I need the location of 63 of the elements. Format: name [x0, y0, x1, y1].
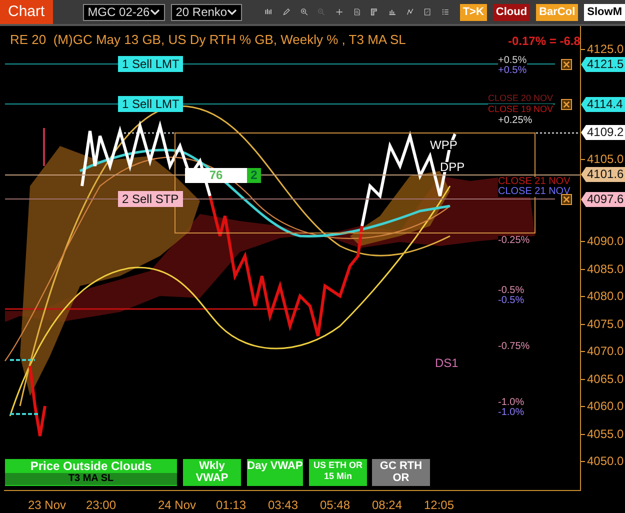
chart-title: Chart [0, 0, 53, 24]
axis-price-label: 4050.0 [587, 453, 624, 470]
level-label: WPP [430, 140, 458, 150]
level-label: CLOSE 21 NOV [498, 177, 570, 187]
level-label: -0.25% [498, 236, 530, 246]
axis-price-label: 4070.0 [587, 343, 624, 360]
marker-line [43, 128, 45, 166]
position-quantity: 76 [185, 168, 247, 183]
level-label: -0.5% [498, 296, 524, 306]
position-count: 2 [247, 168, 261, 183]
axis-price-label: 4125.0 [587, 41, 624, 58]
level-label: +0.25% [498, 116, 532, 126]
level-label: +0.5% [498, 66, 527, 76]
indicator-toggle[interactable]: Cloud [492, 4, 530, 20]
level-label: DS1 [435, 358, 458, 368]
level-label: -1.0% [498, 408, 524, 418]
price-marker: 4109.2 [581, 125, 625, 140]
level-label: CLOSE 21 NOV [498, 187, 570, 197]
axis-price-label: 4105.0 [587, 151, 624, 168]
order-label[interactable]: 1 Sell LMT [118, 56, 184, 72]
level-label: CLOSE 19 NOV [488, 104, 554, 114]
indicator-subtitle: T3 MA SL [5, 473, 177, 485]
level-label: DPP [440, 162, 465, 172]
axis-price-label: 4085.0 [587, 261, 624, 278]
level-label: -0.5% [498, 286, 524, 296]
time-axis-label: 24 Nov [158, 497, 196, 513]
time-axis-label: 23 Nov [28, 497, 66, 513]
order-price-tag: 4121.5 [581, 57, 625, 72]
axis-price-label: 4090.0 [587, 233, 624, 250]
indicator-toggle[interactable]: SlowM [584, 4, 625, 20]
axis-price-label: 4055.0 [587, 426, 624, 443]
cancel-order-icon[interactable] [561, 194, 572, 205]
time-axis-label: 12:05 [424, 497, 454, 513]
time-axis-label: 03:43 [268, 497, 298, 513]
level-label: -0.75% [498, 342, 530, 352]
price-marker: 4101.6 [581, 167, 625, 182]
level-label: -1.0% [498, 398, 524, 408]
time-axis-label: 23:00 [86, 497, 116, 513]
level-label: CLOSE 20 NOV [488, 93, 554, 103]
time-axis-label: 01:13 [216, 497, 246, 513]
instrument-dropdown[interactable]: MGC 02-26 [82, 4, 165, 20]
cancel-order-icon[interactable] [561, 99, 572, 110]
chevron-down-icon [150, 7, 160, 17]
axis-price-label: 4080.0 [587, 288, 624, 305]
indicator-status-button[interactable]: Price Outside Clouds T3 MA SL [5, 459, 177, 486]
period-dropdown[interactable]: 20 Renko [170, 4, 242, 20]
axis-price-label: 4060.0 [587, 398, 624, 415]
dashed-level-line [9, 359, 41, 415]
price-change: -0.17% = -6.8 [508, 33, 580, 50]
chart-header: RE 20 (M)GC May 13 GB, US Dy RTH % GB, Weekly % , T3 MA SL [10, 31, 406, 49]
order-price-tag: 4097.6 [581, 192, 625, 207]
axis-price-label: 4065.0 [587, 371, 624, 388]
renko-down-bars [28, 366, 46, 438]
time-axis-label: 08:24 [372, 497, 402, 513]
indicator-status-button[interactable]: GC RTH OR [372, 459, 430, 486]
cancel-order-icon[interactable] [561, 59, 572, 70]
chevron-down-icon [227, 7, 238, 17]
order-label[interactable]: 1 Sell LMT [118, 96, 184, 112]
level-label: +0.5% [498, 56, 527, 66]
order-price-tag: 4114.4 [581, 97, 625, 112]
order-label[interactable]: 2 Sell STP [118, 191, 183, 207]
axis-price-label: 4075.0 [587, 316, 624, 333]
time-axis-label: 05:48 [320, 497, 350, 513]
